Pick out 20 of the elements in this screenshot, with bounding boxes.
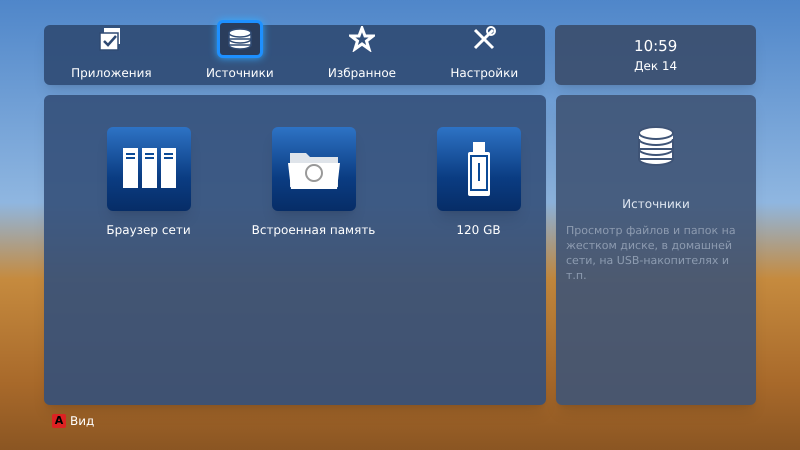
info-title: Источники: [622, 196, 690, 213]
tools-icon: [471, 26, 498, 52]
device-label: 120 GB: [456, 222, 501, 239]
star-icon: [348, 26, 375, 52]
device-tile[interactable]: [272, 127, 356, 211]
nav-tab[interactable]: Настройки: [446, 20, 522, 82]
database-icon: [226, 26, 253, 52]
remote-key: A: [52, 414, 66, 428]
nav-tab[interactable]: Избранное: [324, 20, 400, 82]
device-tile[interactable]: [436, 127, 520, 211]
device-tile[interactable]: [106, 127, 190, 211]
nav-tab[interactable]: Приложения: [67, 20, 156, 82]
clock-date: Дек 14: [634, 60, 678, 72]
view-label: Вид: [70, 413, 94, 430]
info-description: Просмотр файлов и папок на жестком диске, в домашней сети, на USB-накопителях и т.п.: [565, 223, 737, 283]
usb-drive-icon: [466, 141, 492, 197]
nav-tab[interactable]: Источники: [202, 20, 278, 82]
clock-time: 10:59: [634, 38, 678, 54]
device-label: Встроенная память: [252, 222, 376, 239]
device-label: Браузер сети: [106, 222, 191, 239]
